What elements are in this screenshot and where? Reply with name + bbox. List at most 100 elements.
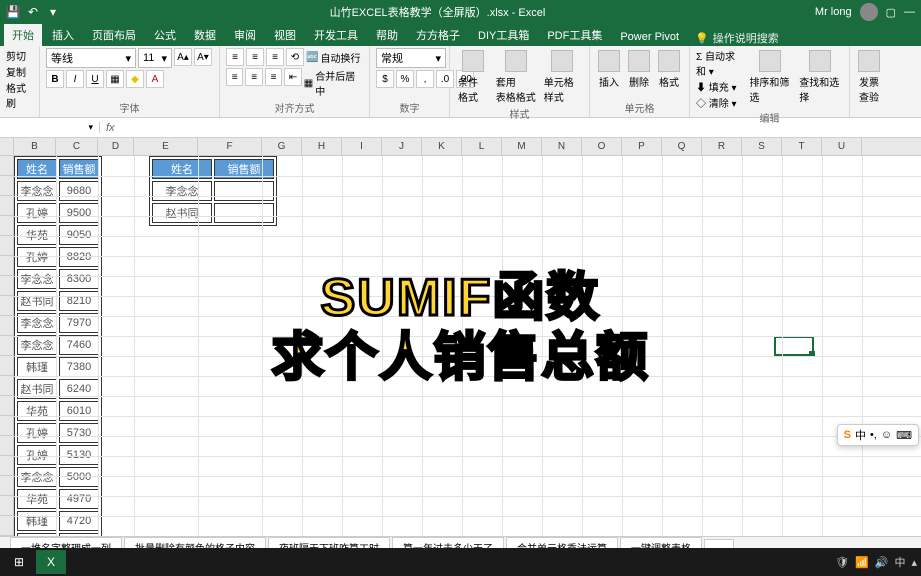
- col-header-D[interactable]: D: [98, 138, 134, 155]
- find-select-button[interactable]: 查找和选择: [797, 48, 843, 106]
- row-header[interactable]: [0, 376, 14, 396]
- col-header-T[interactable]: T: [782, 138, 822, 155]
- font-name-dropdown[interactable]: 等线▾: [46, 48, 136, 68]
- ime-popup[interactable]: S 中 •, ☺ ⌨: [837, 424, 919, 446]
- taskbar-excel-icon[interactable]: X: [36, 550, 66, 574]
- align-bottom-icon[interactable]: ≡: [266, 48, 284, 66]
- autosum-button[interactable]: Σ 自动求和 ▾: [696, 48, 743, 78]
- row-header[interactable]: [0, 216, 14, 236]
- row-header[interactable]: [0, 196, 14, 216]
- tray-sound-icon[interactable]: 🔊: [875, 556, 889, 569]
- row-header[interactable]: [0, 236, 14, 256]
- ribbon-tab-1[interactable]: 插入: [44, 24, 82, 46]
- increase-font-icon[interactable]: A▴: [174, 48, 192, 66]
- invoice-check-button[interactable]: 发票 查验: [856, 48, 882, 106]
- cut-button[interactable]: 剪切: [6, 48, 26, 63]
- col-header-H[interactable]: H: [302, 138, 342, 155]
- row-header[interactable]: [0, 336, 14, 356]
- row-header[interactable]: [0, 296, 14, 316]
- row-header[interactable]: [0, 156, 14, 176]
- number-format-dropdown[interactable]: 常规▾: [376, 48, 446, 68]
- ribbon-tab-9[interactable]: 方方格子: [408, 24, 468, 46]
- col-header-Q[interactable]: Q: [662, 138, 702, 155]
- ime-emoji-icon[interactable]: ☺: [881, 429, 892, 441]
- align-center-icon[interactable]: ≡: [245, 68, 262, 86]
- ribbon-tab-12[interactable]: Power Pivot: [612, 28, 687, 46]
- row-headers[interactable]: [0, 156, 14, 536]
- user-name[interactable]: Mr long: [815, 6, 852, 18]
- col-header-E[interactable]: E: [134, 138, 198, 155]
- col-header-L[interactable]: L: [462, 138, 502, 155]
- col-header-C[interactable]: C: [56, 138, 98, 155]
- fill-color-button[interactable]: ◆: [126, 70, 144, 88]
- col-header-O[interactable]: O: [582, 138, 622, 155]
- border-button[interactable]: ▦: [106, 70, 124, 88]
- sort-filter-button[interactable]: 排序和筛选: [747, 48, 793, 106]
- tray-shield-icon[interactable]: 🛡: [835, 556, 849, 569]
- align-middle-icon[interactable]: ≡: [246, 48, 264, 66]
- col-header-I[interactable]: I: [342, 138, 382, 155]
- minimize-icon[interactable]: —: [904, 6, 915, 18]
- comma-icon[interactable]: ,: [416, 70, 434, 88]
- align-top-icon[interactable]: ≡: [226, 48, 244, 66]
- bold-button[interactable]: B: [46, 70, 64, 88]
- col-header-F[interactable]: F: [198, 138, 262, 155]
- ribbon-tab-2[interactable]: 页面布局: [84, 24, 144, 46]
- start-button[interactable]: ⊞: [4, 550, 34, 574]
- col-header-R[interactable]: R: [702, 138, 742, 155]
- ribbon-tab-8[interactable]: 帮助: [368, 24, 406, 46]
- underline-button[interactable]: U: [86, 70, 104, 88]
- align-right-icon[interactable]: ≡: [265, 68, 282, 86]
- col-header-P[interactable]: P: [622, 138, 662, 155]
- data-table-sales[interactable]: 姓名销售额李念念9680孔婷9500华苑9050孔婷8820李念念8300赵书同…: [14, 156, 102, 536]
- column-headers[interactable]: BCDEFGHIJKLMNOPQRSTU: [0, 138, 921, 156]
- col-header-U[interactable]: U: [822, 138, 862, 155]
- name-box[interactable]: ▾: [0, 122, 100, 133]
- format-as-table-button[interactable]: 套用 表格格式: [494, 48, 538, 106]
- redo-icon[interactable]: ▾: [46, 5, 60, 19]
- tray-network-icon[interactable]: 📶: [855, 556, 869, 569]
- cell-styles-button[interactable]: 单元格样式: [542, 48, 583, 106]
- row-header[interactable]: [0, 436, 14, 456]
- align-left-icon[interactable]: ≡: [226, 68, 243, 86]
- ribbon-tab-11[interactable]: PDF工具集: [539, 24, 610, 46]
- merge-center-button[interactable]: ▦ 合并后居中: [304, 68, 363, 98]
- col-header-S[interactable]: S: [742, 138, 782, 155]
- autosave-icon[interactable]: 💾: [6, 5, 20, 19]
- row-header[interactable]: [0, 416, 14, 436]
- row-header[interactable]: [0, 316, 14, 336]
- ribbon-options-icon[interactable]: ▢: [886, 6, 896, 19]
- row-header[interactable]: [0, 496, 14, 516]
- conditional-format-button[interactable]: 条件格式: [456, 48, 490, 106]
- cells-area[interactable]: 姓名销售额李念念9680孔婷9500华苑9050孔婷8820李念念8300赵书同…: [14, 156, 921, 536]
- ribbon-tab-0[interactable]: 开始: [4, 24, 42, 46]
- row-header[interactable]: [0, 476, 14, 496]
- insert-cells-button[interactable]: 插入: [596, 48, 622, 91]
- col-header-M[interactable]: M: [502, 138, 542, 155]
- ribbon-tab-6[interactable]: 视图: [266, 24, 304, 46]
- row-header[interactable]: [0, 396, 14, 416]
- row-header[interactable]: [0, 256, 14, 276]
- undo-icon[interactable]: ↶: [26, 5, 40, 19]
- format-painter-button[interactable]: 格式刷: [6, 80, 33, 110]
- taskbar[interactable]: ⊞ X 🛡 📶 🔊 中 ▴: [0, 548, 921, 576]
- ime-punct-icon[interactable]: •,: [870, 429, 877, 441]
- row-header[interactable]: [0, 176, 14, 196]
- wrap-text-button[interactable]: 🔤 自动换行: [306, 48, 360, 66]
- font-color-button[interactable]: A: [146, 70, 164, 88]
- italic-button[interactable]: I: [66, 70, 84, 88]
- ribbon-tab-10[interactable]: DIY工具箱: [470, 24, 537, 46]
- tray-more-icon[interactable]: ▴: [911, 556, 917, 569]
- row-header[interactable]: [0, 456, 14, 476]
- font-size-dropdown[interactable]: 11▾: [138, 48, 172, 68]
- ribbon-tab-5[interactable]: 审阅: [226, 24, 264, 46]
- ribbon-tab-7[interactable]: 开发工具: [306, 24, 366, 46]
- clear-button[interactable]: ◇ 清除 ▾: [696, 95, 743, 110]
- currency-icon[interactable]: $: [376, 70, 394, 88]
- ribbon-tab-4[interactable]: 数据: [186, 24, 224, 46]
- tell-me-search[interactable]: 💡操作说明搜索: [695, 30, 779, 46]
- delete-cells-button[interactable]: 删除: [626, 48, 652, 91]
- ribbon-tab-3[interactable]: 公式: [146, 24, 184, 46]
- copy-button[interactable]: 复制: [6, 64, 26, 79]
- tray-ime-icon[interactable]: 中: [894, 554, 905, 570]
